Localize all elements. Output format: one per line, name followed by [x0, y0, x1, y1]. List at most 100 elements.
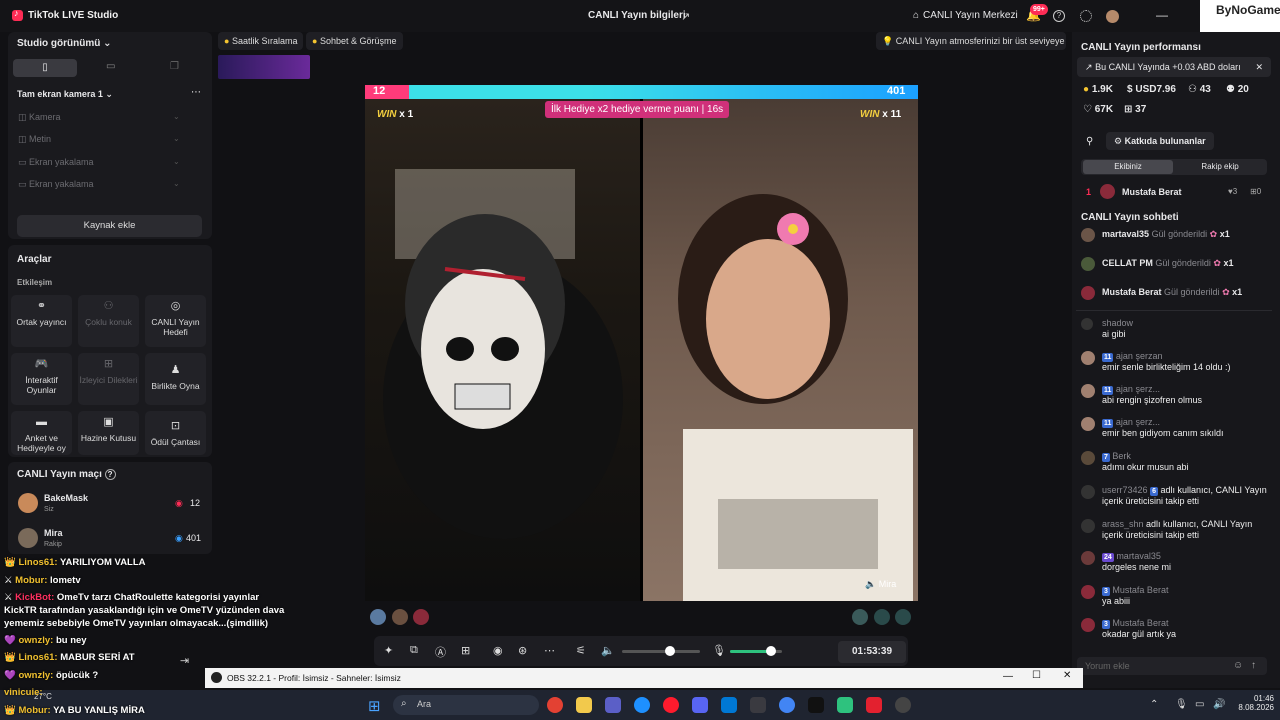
source-camera[interactable]: ◫ Kamera: [18, 112, 61, 123]
tool-play-together[interactable]: ♟ Birlikte Oyna: [145, 353, 206, 405]
tool-reward-bag[interactable]: ⊡ Ödül Çantası: [145, 411, 206, 455]
tiktok-icon[interactable]: [808, 697, 824, 713]
obs-icon[interactable]: [895, 697, 911, 713]
avatar: [1081, 485, 1095, 499]
contributor-rank: 1: [1086, 187, 1092, 197]
help-icon[interactable]: ?: [1053, 10, 1065, 22]
add-source-button[interactable]: Kaynak ekle: [17, 215, 202, 237]
volume-icon[interactable]: 🔊: [1213, 699, 1225, 710]
tray-chevron-icon[interactable]: ⌃: [1150, 699, 1158, 710]
bag-icon: ⊡: [170, 420, 181, 432]
source-screen-2[interactable]: ▭ Ekran yakalama: [18, 179, 94, 190]
live-hub-button[interactable]: ⌂ CANLI Yayın Merkezi: [913, 10, 1018, 21]
effects-icon[interactable]: ⧉: [410, 644, 418, 657]
edge-icon[interactable]: [634, 697, 650, 713]
match-player-role: Siz: [44, 506, 54, 513]
gift-icon: ⊞: [1250, 187, 1257, 196]
more-icon[interactable]: ⋯: [544, 644, 555, 657]
add-icon[interactable]: ⊞: [461, 644, 470, 657]
portrait-layout-tab[interactable]: ▯: [13, 59, 77, 77]
emoji-icon[interactable]: ☺: [1233, 660, 1243, 671]
microphone-icon[interactable]: 🎙: [1175, 699, 1188, 710]
speaker-icon[interactable]: 🔈: [865, 579, 876, 589]
taskbar-search[interactable]: ⌕ Ara: [393, 695, 539, 715]
microphone-icon[interactable]: 🎙: [712, 644, 726, 657]
youtube-icon[interactable]: [866, 697, 882, 713]
teams-icon[interactable]: [605, 697, 621, 713]
tool-live-goal[interactable]: ◎ CANLI Yayın Hedefi: [145, 295, 206, 347]
windows-start-icon[interactable]: ⊞: [368, 697, 381, 715]
tool-viewer-wishes[interactable]: ⊞ İzleyici Dilekleri: [78, 353, 139, 405]
volume-icon[interactable]: 🔈: [601, 644, 615, 657]
tool-treasure-box[interactable]: ▣ Hazine Kutusu: [78, 411, 139, 455]
contributors-button[interactable]: ⚙ Katkıda bulunanlar: [1106, 132, 1214, 150]
chevron-down-icon[interactable]: ⌄: [173, 112, 180, 121]
studio-view-label: Studio görünümü: [17, 38, 101, 49]
magic-wand-icon[interactable]: ✦: [384, 644, 393, 657]
event-banner-image[interactable]: [218, 55, 310, 79]
opponent-video: 🔈 Mira: [643, 99, 918, 601]
help-icon[interactable]: ?: [104, 469, 116, 480]
send-icon[interactable]: ↑: [1251, 660, 1256, 671]
tab-rival-team[interactable]: Rakip ekip: [1175, 160, 1265, 174]
network-icon[interactable]: ▭: [1195, 699, 1204, 710]
exit-icon[interactable]: ⇥: [180, 654, 189, 667]
close-icon[interactable]: ✕: [1063, 670, 1071, 681]
multi-layout-tab[interactable]: ❐: [170, 61, 179, 72]
minimize-icon[interactable]: —: [1156, 8, 1168, 22]
minimize-icon[interactable]: —: [1003, 671, 1013, 682]
tool-treasure-box-label: Hazine Kutusu: [80, 433, 137, 443]
avatar[interactable]: [874, 609, 890, 625]
hourly-ranking-button[interactable]: ● Saatlik Sıralama: [218, 32, 304, 50]
source-text[interactable]: ◫ Metin: [18, 134, 51, 145]
browser-icon[interactable]: [779, 697, 795, 713]
mic-slider-fill: [730, 650, 771, 653]
tool-co-host[interactable]: ⚭ Ortak yayıncı: [11, 295, 72, 347]
dollar-icon: $: [1127, 84, 1133, 95]
tool-interactive-games[interactable]: 🎮 İnteraktif Oyunlar: [11, 353, 72, 405]
store-icon[interactable]: [721, 697, 737, 713]
volume-slider[interactable]: [622, 650, 700, 653]
settings-icon[interactable]: [750, 697, 766, 713]
avatar[interactable]: [413, 609, 429, 625]
source-screen-1[interactable]: ▭ Ekran yakalama: [18, 157, 94, 168]
avatar[interactable]: [895, 609, 911, 625]
tool-multi-guest[interactable]: ⚇ Çoklu konuk: [78, 295, 139, 347]
obs-window-bar[interactable]: OBS 32.2.1 - Profil: İsimsiz - Sahneler:…: [205, 668, 1083, 688]
comment-input[interactable]: Yorum ekle ☺ ↑: [1077, 657, 1267, 675]
discord-icon[interactable]: [692, 697, 708, 713]
chevron-down-icon[interactable]: ⌄: [173, 134, 180, 143]
clock[interactable]: 01:46 8.08.2026: [1234, 694, 1274, 712]
pk-score-left: 12: [373, 85, 386, 97]
avatar[interactable]: [1106, 10, 1119, 23]
avatar[interactable]: [370, 609, 386, 625]
volume-slider-knob[interactable]: [665, 646, 676, 656]
tool-poll[interactable]: ▬ Anket ve Hediyeyle oy: [11, 411, 72, 455]
avatar[interactable]: [852, 609, 868, 625]
maximize-icon[interactable]: ☐: [1032, 670, 1041, 681]
tab-our-team[interactable]: Ekibiniz: [1083, 160, 1173, 174]
live-info-title[interactable]: CANLI Yayın bilgileri: [588, 10, 686, 21]
camera-scene-header[interactable]: Tam ekran kamera 1 ⌄: [17, 89, 113, 100]
settings-icon[interactable]: [1080, 10, 1092, 22]
chat-category-button[interactable]: ● Sohbet & Görüşme: [306, 32, 403, 50]
overlay-user: Linos61:: [18, 652, 58, 663]
share-icon[interactable]: ↗: [681, 10, 690, 23]
adjust-icon[interactable]: ⚟: [576, 644, 586, 657]
chevron-down-icon[interactable]: ⌄: [173, 179, 180, 188]
chrome-icon[interactable]: [547, 697, 563, 713]
app-icon[interactable]: [837, 697, 853, 713]
record-icon[interactable]: ◉: [493, 644, 503, 657]
studio-view-title[interactable]: Studio görünümü ⌄: [17, 38, 112, 49]
landscape-layout-tab[interactable]: ▭: [106, 61, 115, 72]
tip-banner[interactable]: 💡 CANLI Yayın atmosferinizi bir üst sevi…: [876, 32, 1066, 50]
close-icon[interactable]: ✕: [1255, 57, 1263, 77]
opera-icon[interactable]: [663, 697, 679, 713]
more-icon[interactable]: ⋯: [191, 87, 201, 98]
file-explorer-icon[interactable]: [576, 697, 592, 713]
camera-switch-icon[interactable]: ⊛: [518, 644, 527, 657]
avatar[interactable]: [392, 609, 408, 625]
ai-icon[interactable]: Ⓐ: [435, 644, 446, 660]
mic-slider-knob[interactable]: [765, 646, 776, 656]
chevron-down-icon[interactable]: ⌄: [173, 157, 180, 166]
